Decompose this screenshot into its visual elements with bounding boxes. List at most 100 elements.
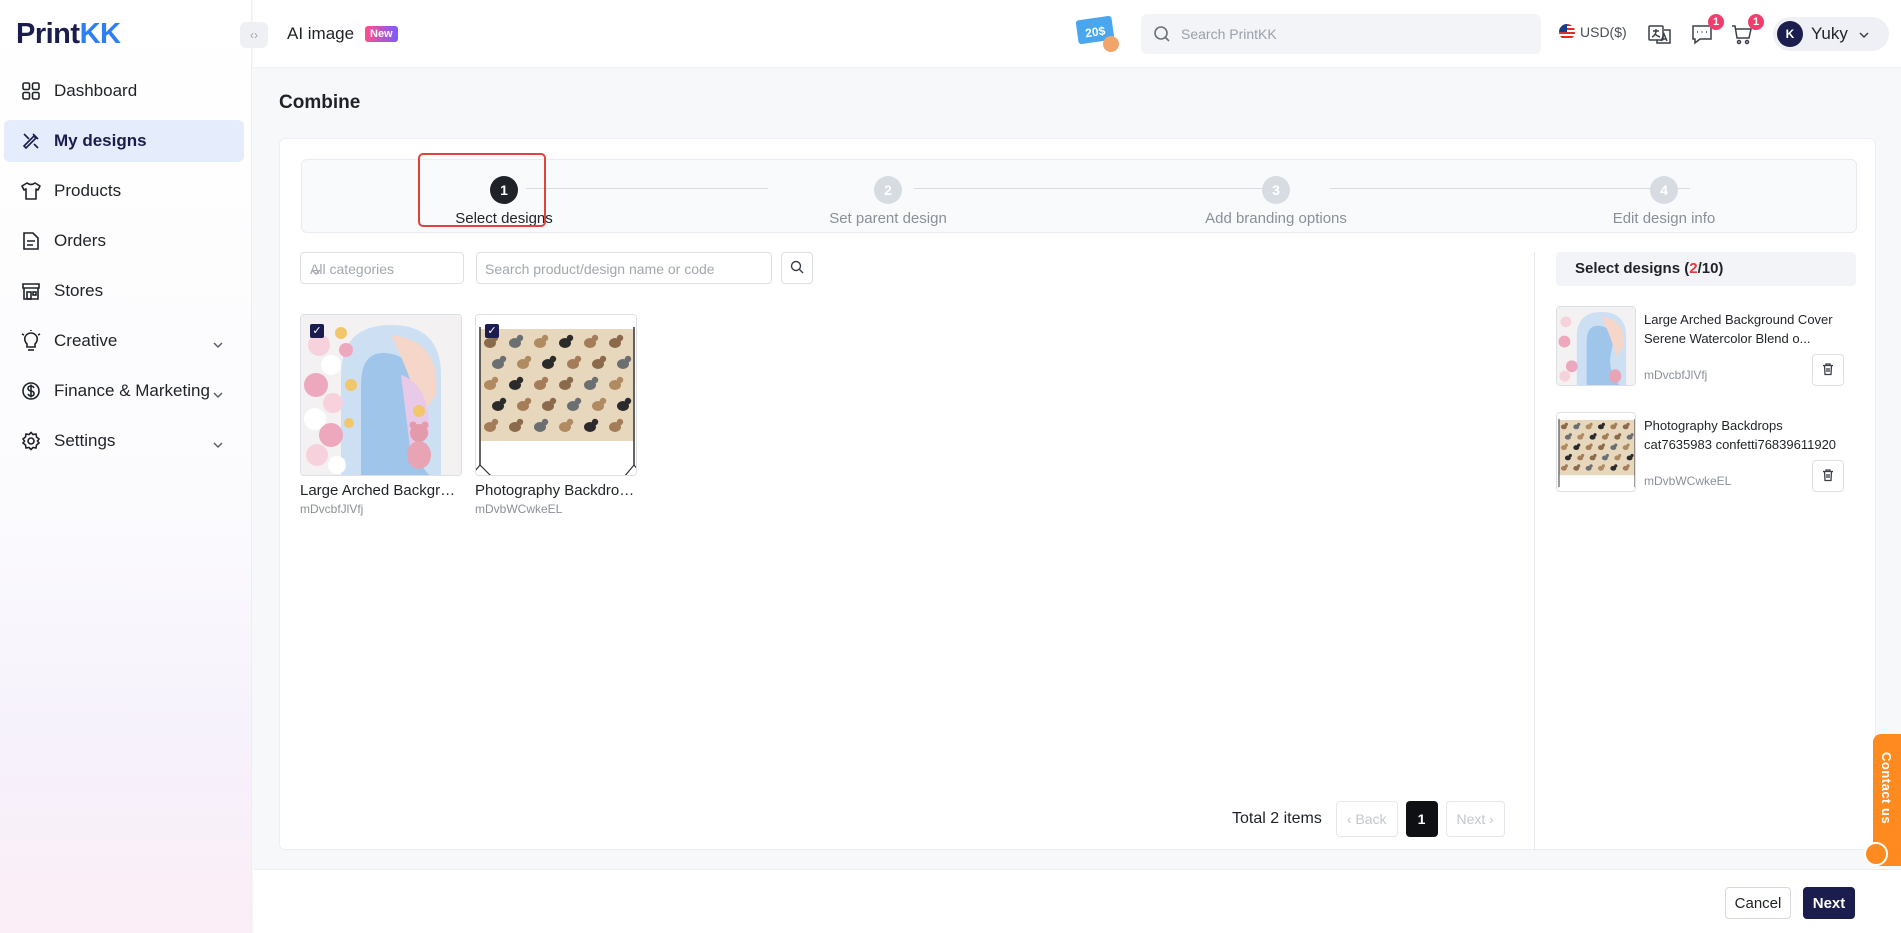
- pagination-page-current[interactable]: 1: [1405, 801, 1438, 837]
- design-checkbox[interactable]: ✓: [310, 324, 324, 338]
- chevron-down-icon: [212, 334, 224, 354]
- selected-designs-header: Select designs (2/10): [1556, 252, 1856, 286]
- sidebar-item-orders[interactable]: Orders: [4, 220, 244, 262]
- panel-divider: [1534, 252, 1535, 851]
- step-number: 3: [1262, 176, 1290, 204]
- chevron-right-icon: ›: [1485, 811, 1494, 827]
- promo-coupon-icon[interactable]: 20$: [1075, 14, 1121, 54]
- topbar: AI image New 20$ USD($) 1 1 K Yuky: [253, 0, 1901, 68]
- currency-label: USD($): [1580, 24, 1627, 40]
- step-label: Add branding options: [1205, 210, 1347, 227]
- selected-design-name: Large Arched Background Cover Serene Wat…: [1644, 312, 1833, 346]
- pagination-next-label: Next: [1456, 811, 1486, 827]
- chevron-down-icon: [310, 263, 455, 279]
- sidebar-item-products[interactable]: Products: [4, 170, 244, 212]
- step-number: 4: [1650, 176, 1678, 204]
- cart-badge: 1: [1748, 14, 1764, 30]
- cat-backdrop-image: [476, 315, 636, 475]
- next-button[interactable]: Next: [1803, 887, 1855, 919]
- step-label: Set parent design: [829, 210, 947, 227]
- sidebar-nav: Dashboard My designs Products Orders Sto…: [0, 70, 252, 470]
- currency-selector[interactable]: USD($): [1559, 24, 1627, 40]
- design-search-button[interactable]: [781, 252, 813, 284]
- design-thumbnail: ✓: [475, 314, 637, 476]
- selected-design-item: Large Arched Background Cover Serene Wat…: [1556, 306, 1856, 392]
- sidebar-item-label: Stores: [54, 281, 104, 300]
- messages-icon[interactable]: 1: [1690, 14, 1724, 46]
- avatar: K: [1777, 21, 1803, 47]
- sidebar-item-my-designs[interactable]: My designs: [4, 120, 244, 162]
- design-tile[interactable]: ✓ Photography Backdrops cat7635983 confe…: [475, 314, 637, 516]
- design-tools-icon: [20, 130, 42, 152]
- lightbulb-icon: [20, 330, 42, 352]
- sidebar-item-dashboard[interactable]: Dashboard: [4, 70, 244, 112]
- step-edit-design-info[interactable]: 4 Edit design info: [1564, 176, 1764, 227]
- category-select[interactable]: All categories: [300, 252, 464, 284]
- design-code: mDvbWCwkeEL: [475, 502, 563, 516]
- sidebar-item-label: Finance & Marketing: [54, 381, 210, 400]
- trash-icon: [1821, 362, 1835, 379]
- design-search: [476, 252, 772, 284]
- selected-design-code: mDvcbfJlVfj: [1644, 368, 1708, 382]
- tshirt-icon: [20, 180, 42, 202]
- selected-design-item: Photography Backdrops cat7635983 confett…: [1556, 412, 1856, 498]
- design-name: Photography Backdrops cat7635983 confett…: [475, 482, 637, 499]
- global-search-input[interactable]: [1181, 24, 1521, 44]
- design-search-input[interactable]: [485, 260, 763, 278]
- step-set-parent-design[interactable]: 2 Set parent design: [788, 176, 988, 227]
- sidebar-item-label: Dashboard: [54, 81, 138, 100]
- logo[interactable]: PrintKK: [16, 18, 121, 51]
- cancel-button[interactable]: Cancel: [1725, 887, 1791, 919]
- user-menu[interactable]: K Yuky: [1773, 17, 1889, 51]
- step-highlight-box: [418, 153, 546, 227]
- us-flag-icon: [1559, 24, 1575, 40]
- selected-design-code: mDvbWCwkeEL: [1644, 474, 1732, 488]
- chat-bubble-icon[interactable]: [1864, 842, 1888, 866]
- sidebar-item-label: Products: [54, 181, 122, 200]
- user-name: Yuky: [1811, 24, 1848, 43]
- ai-image-link[interactable]: AI image: [287, 24, 354, 44]
- selected-title-prefix: Select designs (: [1575, 260, 1690, 277]
- design-tile[interactable]: ✓ Large Arched Background Cover Serene W…: [300, 314, 462, 516]
- chevron-down-icon: [212, 384, 224, 404]
- sidebar-item-stores[interactable]: Stores: [4, 270, 244, 312]
- design-checkbox[interactable]: ✓: [485, 324, 499, 338]
- cart-icon[interactable]: 1: [1730, 14, 1764, 46]
- design-code: mDvcbfJlVfj: [300, 502, 364, 516]
- combine-card: 1 Select designs 2 Set parent design 3 A…: [279, 138, 1876, 851]
- page-title: Combine: [279, 92, 361, 113]
- sidebar-item-finance-marketing[interactable]: Finance & Marketing: [4, 370, 244, 412]
- promo-label: 20$: [1084, 24, 1106, 41]
- design-thumbnail: ✓: [300, 314, 462, 476]
- selected-count: 2: [1689, 260, 1698, 277]
- dollar-icon: [20, 380, 42, 402]
- selected-designs-panel: Select designs (2/10) Large Arched Backg…: [1556, 252, 1856, 498]
- search-icon: [1153, 25, 1171, 46]
- footer-actions: Cancel Next: [253, 869, 1901, 933]
- sidebar-item-label: My designs: [54, 131, 147, 150]
- pagination-back-button[interactable]: ‹ Back: [1335, 801, 1398, 837]
- remove-design-button[interactable]: [1812, 460, 1844, 492]
- contact-us-label: Contact us: [1879, 752, 1894, 825]
- selected-design-thumbnail: [1556, 306, 1636, 386]
- design-name: Large Arched Background Cover Serene Wat…: [300, 482, 462, 499]
- pagination-back-label: Back: [1355, 811, 1387, 827]
- sidebar-item-settings[interactable]: Settings: [4, 420, 244, 462]
- sidebar-item-label: Settings: [54, 431, 116, 450]
- sidebar-item-label: Creative: [54, 331, 118, 350]
- arched-backdrop-image: [301, 315, 461, 475]
- pagination: Total 2 items ‹ Back 1 Next ›: [1232, 801, 1505, 837]
- pagination-total: Total 2 items: [1232, 810, 1322, 827]
- translate-icon[interactable]: [1647, 22, 1673, 46]
- collapse-sidebar-icon[interactable]: ‹›: [240, 22, 268, 48]
- pagination-next-button[interactable]: Next ›: [1445, 801, 1505, 837]
- sidebar-item-creative[interactable]: Creative: [4, 320, 244, 362]
- step-add-branding-options[interactable]: 3 Add branding options: [1176, 176, 1376, 227]
- grid-icon: [20, 80, 42, 102]
- step-number: 2: [874, 176, 902, 204]
- global-search: [1141, 14, 1541, 54]
- remove-design-button[interactable]: [1812, 354, 1844, 386]
- messages-badge: 1: [1708, 14, 1724, 30]
- store-icon: [20, 280, 42, 302]
- chevron-down-icon: [212, 434, 224, 454]
